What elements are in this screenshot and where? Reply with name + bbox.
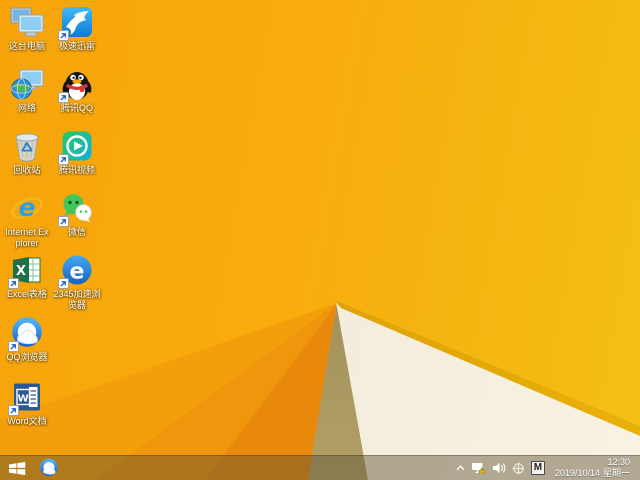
icon-label: Word文档 xyxy=(7,416,47,426)
thunder-icon xyxy=(58,4,95,41)
taskbar: M 12:30 2019/10/14 星期一 xyxy=(0,455,640,480)
shortcut-arrow-icon xyxy=(58,154,69,165)
this-pc-icon xyxy=(9,4,45,40)
shortcut-arrow-icon xyxy=(58,216,69,227)
icon-label: 网络 xyxy=(17,103,36,113)
taskbar-clock[interactable]: 12:30 2019/10/14 星期一 xyxy=(551,457,634,479)
svg-text:W: W xyxy=(18,394,29,405)
desktop-icon-thunder[interactable]: 极速迅雷 xyxy=(53,4,101,52)
word-icon: W xyxy=(8,379,45,416)
icon-label: 这台电脑 xyxy=(8,41,45,51)
clock-date: 2019/10/14 xyxy=(554,468,600,478)
shortcut-arrow-icon xyxy=(8,341,19,352)
qq-browser-icon xyxy=(8,315,45,352)
svg-text:e: e xyxy=(19,193,36,222)
desktop-icon-tencent-qq[interactable]: 腾讯QQ xyxy=(53,66,101,114)
wechat-icon xyxy=(58,190,95,227)
windows-logo-icon xyxy=(8,461,25,475)
desktop-icon-recycle-bin[interactable]: 回收站 xyxy=(3,128,51,176)
icon-label: Internet Explorer xyxy=(5,227,49,248)
shortcut-arrow-icon xyxy=(8,278,19,289)
2345-browser-icon: e xyxy=(58,252,95,289)
svg-text:e: e xyxy=(70,260,85,285)
start-button[interactable] xyxy=(0,456,34,480)
volume-icon[interactable] xyxy=(492,456,506,480)
network-status-icon[interactable] xyxy=(471,456,486,480)
qq-penguin-icon xyxy=(58,66,95,103)
clock-weekday: 星期一 xyxy=(602,468,630,478)
desktop-icon-excel[interactable]: X Excel表格 xyxy=(3,252,51,300)
shortcut-arrow-icon xyxy=(58,278,69,289)
network-icon xyxy=(9,66,45,102)
svg-text:X: X xyxy=(16,264,26,279)
icon-label: 腾讯视频 xyxy=(58,165,95,175)
shortcut-arrow-icon xyxy=(58,92,69,103)
desktop-icon-qq-browser[interactable]: QQ浏览器 xyxy=(3,315,51,363)
show-hidden-icons-button[interactable] xyxy=(456,456,465,480)
clock-time: 12:30 xyxy=(607,457,630,467)
desktop-icon-network[interactable]: 网络 xyxy=(3,66,51,114)
icon-label: 微信 xyxy=(67,227,86,237)
icon-label: Excel表格 xyxy=(6,289,47,299)
desktop-icon-tencent-video[interactable]: 腾讯视频 xyxy=(53,128,101,176)
tencent-video-icon xyxy=(58,128,95,165)
internet-explorer-icon: e xyxy=(9,190,45,226)
input-method-indicator[interactable]: M xyxy=(530,461,545,475)
excel-icon: X xyxy=(8,252,45,289)
shortcut-arrow-icon xyxy=(8,405,19,416)
system-tray: M 12:30 2019/10/14 星期一 xyxy=(456,456,640,480)
icon-label: QQ浏览器 xyxy=(6,352,48,362)
icon-label: 腾讯QQ xyxy=(60,103,93,113)
icon-label: 回收站 xyxy=(13,165,41,175)
shortcut-arrow-icon xyxy=(58,30,69,41)
desktop-icon-wechat[interactable]: 微信 xyxy=(53,190,101,238)
scope-tray-icon[interactable] xyxy=(512,456,525,480)
desktop-icon-this-pc[interactable]: 这台电脑 xyxy=(3,4,51,52)
desktop-icon-word[interactable]: W Word文档 xyxy=(3,379,51,427)
qq-browser-icon xyxy=(40,458,58,477)
recycle-bin-icon xyxy=(9,128,45,164)
icon-label: 极速迅雷 xyxy=(58,41,95,51)
desktop-icon-2345-browser[interactable]: e 2345加速浏览器 xyxy=(53,252,101,310)
taskbar-item-qq-browser[interactable] xyxy=(34,456,64,480)
desktop-screen: 这台电脑 极速迅雷 网络 腾讯QQ 回收站 腾讯视频 e Internet Ex… xyxy=(0,0,640,480)
icon-label: 2345加速浏览器 xyxy=(53,289,101,310)
desktop-icon-internet-explorer[interactable]: e Internet Explorer xyxy=(3,190,51,248)
